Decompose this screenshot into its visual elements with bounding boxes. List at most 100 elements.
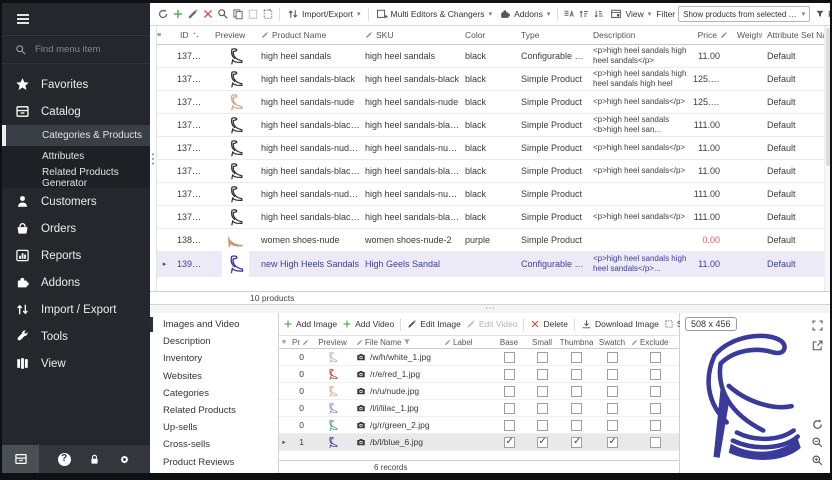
column-header-small[interactable]: Small [524,338,557,347]
sidebar-item-reports[interactable]: Reports [2,242,150,269]
image-row[interactable]: 0 /n/u/nude.jpg [279,383,679,400]
paste-icon[interactable] [247,8,259,20]
column-header-product-name[interactable]: Product Name [256,30,360,40]
product-row[interactable]: 13733 high heel sandals-nude high heel s… [157,91,824,114]
detail-tab[interactable]: Product Reviews [150,454,278,471]
thumbnail-checkbox[interactable] [571,369,582,380]
base-checkbox[interactable] [504,403,515,414]
image-row[interactable]: 0 /w/h/white_1.jpg [279,349,679,366]
paste-special-icon[interactable] [262,8,274,20]
product-row[interactable]: 13817 women shoes-nude women shoes-nude-… [157,229,824,252]
row-expander-icon[interactable]: ▸ [157,260,172,268]
row-selector-header[interactable]: ≡ [279,339,289,346]
product-row[interactable]: 13736 high heel sandals-black-36 high he… [157,114,824,137]
exclude-checkbox[interactable] [650,386,661,397]
thumbnail-checkbox[interactable] [571,386,582,397]
base-checkbox[interactable] [504,420,515,431]
refresh-icon[interactable] [157,8,169,20]
base-checkbox[interactable] [504,352,515,363]
column-header-attribute-set[interactable]: Attribute Set Name [762,30,824,40]
collapse-all-icon[interactable] [593,8,605,20]
import-export-button[interactable]: Import/Export ▾ [285,6,363,22]
product-row[interactable]: 13732 high heel sandals-black high heel … [157,68,824,91]
column-header-color[interactable]: Color [460,30,516,40]
add-image-button[interactable]: Add Image [282,317,338,331]
detail-tab[interactable]: Categories [150,385,278,402]
thumbnail-checkbox[interactable] [571,437,582,448]
detail-tab[interactable]: Up-sells [150,419,278,436]
edit-image-button[interactable]: Edit Image [406,317,462,331]
lock-icon[interactable] [88,453,101,466]
tree-splitter[interactable] [150,26,157,291]
exclude-checkbox[interactable] [650,420,661,431]
view-button[interactable]: View ▾ [608,6,653,22]
sidebar-item-orders[interactable]: Orders [2,215,150,242]
gear-icon[interactable] [118,453,131,466]
column-header-exclude[interactable]: Exclude [628,338,679,347]
sidebar-item-catalog[interactable]: Catalog [2,98,150,125]
image-row[interactable]: ▸ 1 /b/l/blue_6.jpg [279,434,679,451]
thumbnail-checkbox[interactable] [571,403,582,414]
expand-all-icon[interactable] [578,8,590,20]
detail-tab[interactable]: Description [150,333,278,350]
column-header-weight[interactable]: Weight [732,30,762,40]
horizontal-splitter[interactable]: ⋯ [150,305,830,313]
addons-button[interactable]: Addons ▾ [497,6,552,22]
product-row[interactable]: 13740 high heel sandals-black-38 high he… [157,206,824,229]
column-header-thumbnail[interactable]: Thumbna [557,338,593,347]
sidebar-item-tools[interactable]: Tools [2,323,150,350]
delete-product-icon[interactable] [202,8,214,20]
sidebar-item-related-products-generator[interactable]: Related Products Generator [2,167,150,188]
thumbnail-checkbox[interactable] [571,352,582,363]
sort-alpha-icon[interactable] [563,8,575,20]
product-row[interactable]: 13731 high heel sandals high heel sandal… [157,45,824,68]
zoom-in-icon[interactable] [811,454,824,467]
thumbnail-checkbox[interactable] [571,420,582,431]
add-product-icon[interactable] [172,8,184,20]
detail-tab[interactable]: Websites [150,368,278,385]
delete-image-button[interactable]: Delete [529,317,569,331]
download-image-button[interactable]: Download Image [580,317,660,332]
detail-tab[interactable]: Related Products [150,402,278,419]
column-header-preview[interactable]: Preview [309,338,353,347]
column-header-position[interactable]: Pr [289,338,309,347]
swatch-checkbox[interactable] [607,420,618,431]
search-icon[interactable] [217,8,229,20]
product-row[interactable]: 13738 high heel sandals-black-37 high he… [157,160,824,183]
sidebar-item-addons[interactable]: Addons [2,269,150,296]
filter-select[interactable]: Show products from selected categories ▾ [678,6,810,22]
rotate-icon[interactable] [811,418,824,431]
multi-editors-button[interactable]: Multi Editors & Changers ▾ [374,6,495,22]
swatch-checkbox[interactable] [607,369,618,380]
image-row[interactable]: 0 /g/r/green_2.jpg [279,417,679,434]
hamburger-menu-icon[interactable] [15,11,31,27]
column-header-id[interactable]: ID [172,30,210,40]
small-checkbox[interactable] [537,352,548,363]
small-checkbox[interactable] [537,386,548,397]
column-header-price[interactable]: Price [688,30,732,40]
small-checkbox[interactable] [537,437,548,448]
small-checkbox[interactable] [537,403,548,414]
zoom-out-icon[interactable] [811,436,824,449]
product-row[interactable]: ▸ 13931 new High Heels Sandals High Geel… [157,252,824,277]
base-checkbox[interactable] [504,369,515,380]
column-header-preview[interactable]: Preview [210,30,256,40]
column-header-base[interactable]: Base [491,338,524,347]
column-header-file-name[interactable]: File Name [353,338,441,347]
small-checkbox[interactable] [537,420,548,431]
row-expander-icon[interactable]: ▸ [279,438,289,446]
open-external-icon[interactable] [811,339,824,352]
sidebar-search[interactable] [2,35,150,64]
detail-tab[interactable]: Images and Video [150,316,278,333]
edit-video-button[interactable]: Edit Video [465,317,519,331]
menu-search-input[interactable] [35,44,140,55]
product-row[interactable]: 13739 high heel sandals-nude-37 high hee… [157,183,824,206]
row-selector-header[interactable]: ≡ [157,32,172,39]
column-header-swatch[interactable]: Swatch [593,338,628,347]
sidebar-item-attributes[interactable]: Attributes [2,146,150,167]
sidebar-item-view[interactable]: View [2,350,150,377]
column-header-sku[interactable]: SKU [360,30,460,40]
swatch-checkbox[interactable] [607,386,618,397]
sidebar-item-favorites[interactable]: Favorites [2,71,150,98]
column-header-type[interactable]: Type [516,30,588,40]
